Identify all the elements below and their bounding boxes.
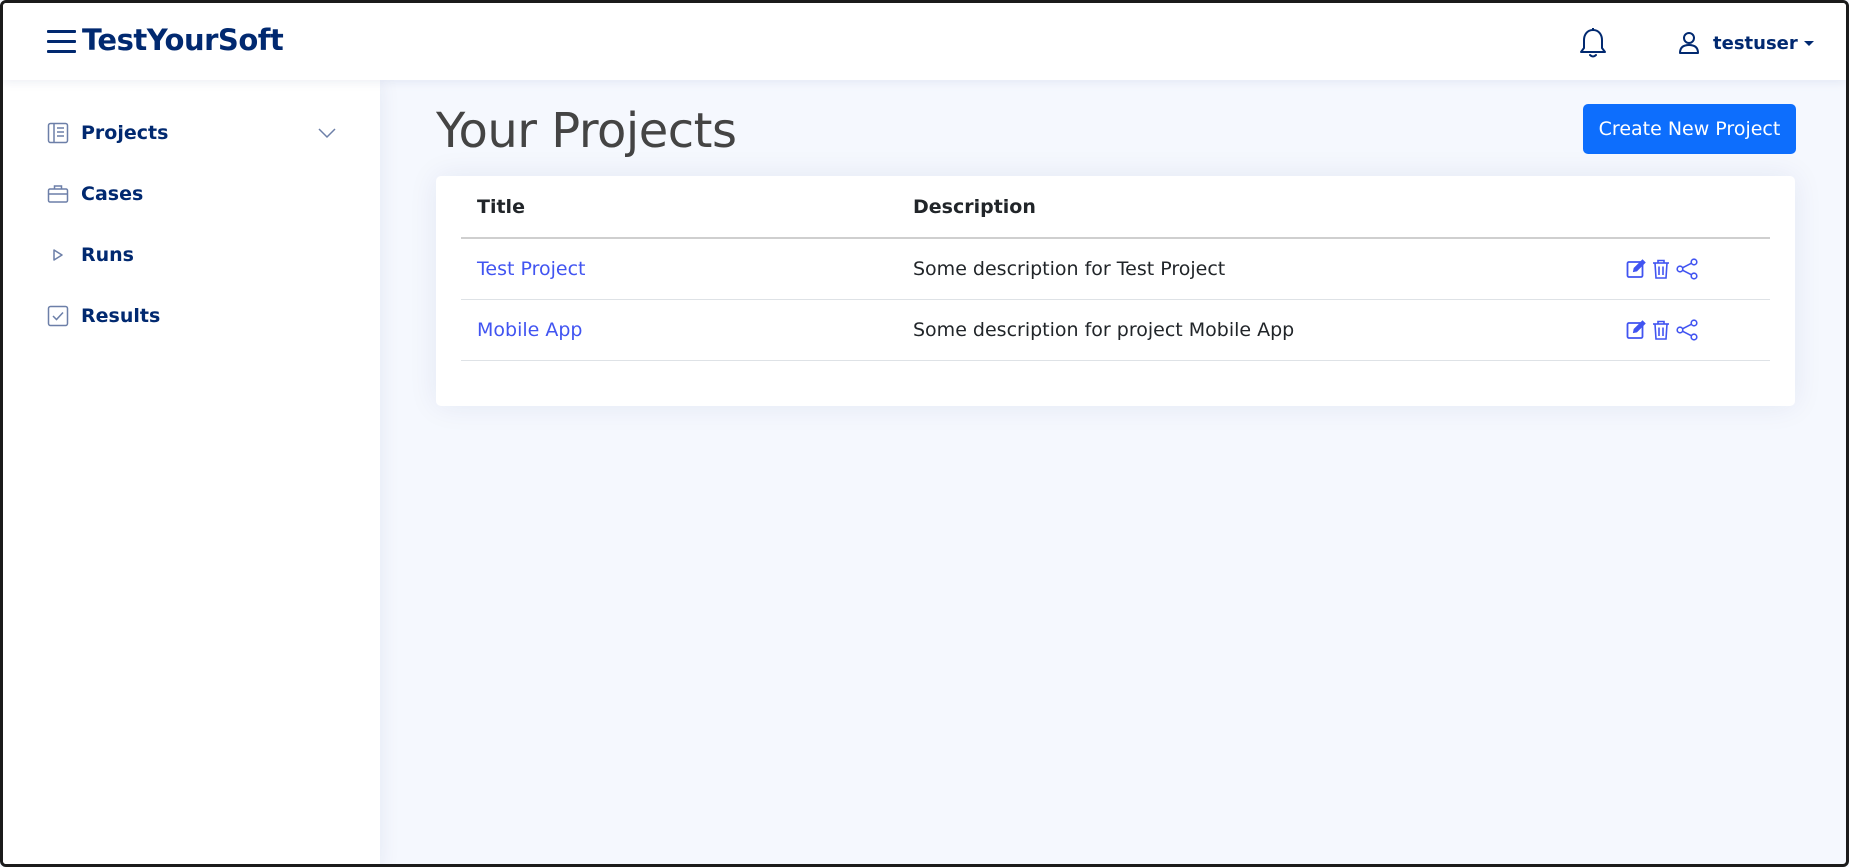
username-label: testuser [1713, 32, 1798, 54]
projects-table: Title Description Test Project Some desc… [461, 176, 1770, 361]
app-window: TestYourSoft testuser Projects Cases Run… [0, 0, 1849, 867]
bell-icon[interactable] [1579, 27, 1607, 59]
column-header-title: Title [461, 176, 897, 239]
project-actions-cell [1610, 299, 1770, 361]
brand-logo[interactable]: TestYourSoft [82, 23, 284, 57]
sidebar: Projects Cases Runs Results [3, 80, 380, 864]
project-link[interactable]: Test Project [477, 258, 585, 280]
sidebar-item-results[interactable]: Results [47, 301, 337, 331]
sidebar-item-label: Projects [81, 122, 169, 144]
sidebar-item-projects[interactable]: Projects [47, 118, 337, 148]
sidebar-item-runs[interactable]: Runs [47, 240, 337, 270]
edit-icon[interactable] [1626, 319, 1646, 341]
sidebar-item-label: Results [81, 305, 161, 327]
project-link[interactable]: Mobile App [477, 319, 582, 341]
sidebar-item-cases[interactable]: Cases [47, 179, 337, 209]
sidebar-item-label: Runs [81, 244, 134, 266]
edit-icon[interactable] [1626, 258, 1646, 280]
user-menu[interactable]: testuser [1678, 29, 1814, 57]
person-icon [1679, 32, 1699, 54]
briefcase-icon [47, 183, 69, 205]
trash-icon[interactable] [1651, 319, 1671, 341]
project-title-cell: Mobile App [461, 299, 897, 361]
chevron-down-icon[interactable] [317, 124, 337, 142]
column-header-actions [1610, 176, 1770, 239]
trash-icon[interactable] [1651, 258, 1671, 280]
top-header: TestYourSoft testuser [3, 3, 1846, 80]
column-header-description: Description [897, 176, 1610, 239]
page-title: Your Projects [436, 103, 737, 159]
project-title-cell: Test Project [461, 238, 897, 300]
play-triangle-icon [47, 244, 69, 266]
projects-card: Title Description Test Project Some desc… [436, 176, 1795, 406]
project-actions-cell [1610, 238, 1770, 300]
project-description-cell: Some description for project Mobile App [897, 299, 1610, 361]
caret-down-icon [1803, 40, 1814, 46]
table-row: Mobile App Some description for project … [461, 299, 1770, 361]
table-row: Test Project Some description for Test P… [461, 238, 1770, 300]
hamburger-icon[interactable] [47, 30, 76, 54]
share-icon[interactable] [1676, 258, 1698, 280]
check-square-icon [47, 305, 69, 327]
share-icon[interactable] [1676, 318, 1698, 341]
table-header-row: Title Description [461, 176, 1770, 239]
sidebar-item-label: Cases [81, 183, 144, 205]
project-description-cell: Some description for Test Project [897, 238, 1610, 300]
layout-text-sidebar-icon [47, 122, 69, 144]
create-new-project-button[interactable]: Create New Project [1584, 105, 1795, 153]
